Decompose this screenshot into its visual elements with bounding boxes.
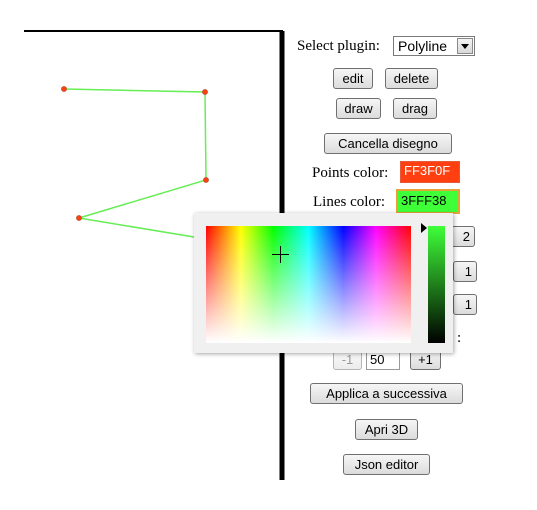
applica-a-successiva-button[interactable]: Applica a successiva [310, 383, 463, 404]
polyline-point[interactable] [76, 215, 82, 221]
crosshair-icon[interactable] [272, 246, 289, 263]
lines-color-label: Lines color: [313, 194, 386, 210]
lines-color-input[interactable]: 3FFF38 [396, 189, 460, 214]
color-picker-popup [194, 213, 453, 353]
partial-button-top[interactable]: 2 [451, 226, 475, 247]
apri-3d-button[interactable]: Apri 3D [355, 419, 418, 440]
saturation-hue-area[interactable] [206, 226, 411, 343]
value-slider[interactable] [428, 226, 445, 343]
select-plugin-label: Select plugin: [297, 38, 380, 54]
value-marker-icon[interactable] [421, 223, 427, 233]
delete-button[interactable]: delete [385, 68, 438, 89]
polyline-point[interactable] [202, 89, 208, 95]
polyline-point[interactable] [61, 86, 67, 92]
edit-button[interactable]: edit [333, 68, 373, 89]
chevron-down-icon[interactable] [457, 38, 473, 54]
points-color-input[interactable]: FF3F0F [400, 161, 460, 183]
json-editor-button[interactable]: Json editor [343, 454, 430, 475]
polyline-point[interactable] [203, 177, 209, 183]
partial-label: : [457, 330, 462, 346]
cancella-disegno-button[interactable]: Cancella disegno [324, 133, 452, 154]
drag-button[interactable]: drag [393, 98, 437, 119]
draw-button[interactable]: draw [336, 98, 381, 119]
polyline-path[interactable] [63, 88, 207, 239]
partial-button-mid1[interactable]: 1 [453, 261, 477, 282]
points-color-label: Points color: [312, 165, 389, 181]
partial-button-mid2[interactable]: 1 [453, 294, 477, 315]
plugin-select-value: Polyline [398, 38, 448, 54]
plugin-select[interactable]: Polyline [393, 36, 475, 56]
